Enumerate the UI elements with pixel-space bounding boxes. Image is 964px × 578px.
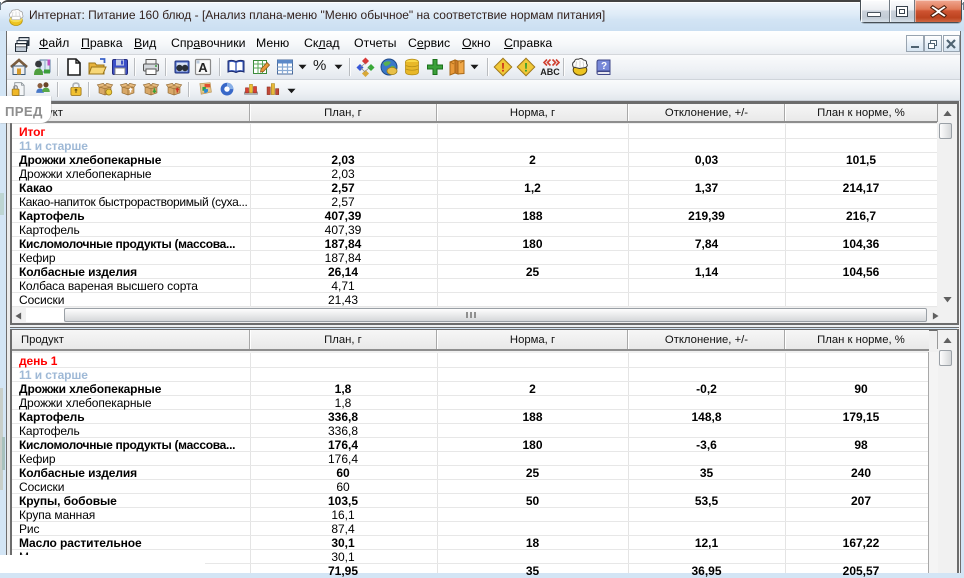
svg-text:?: ? <box>600 61 606 72</box>
svg-text:!: ! <box>501 61 505 75</box>
svg-text:ABC: ABC <box>540 67 560 77</box>
svg-text:!: ! <box>524 61 528 75</box>
svg-text:А: А <box>198 60 208 75</box>
